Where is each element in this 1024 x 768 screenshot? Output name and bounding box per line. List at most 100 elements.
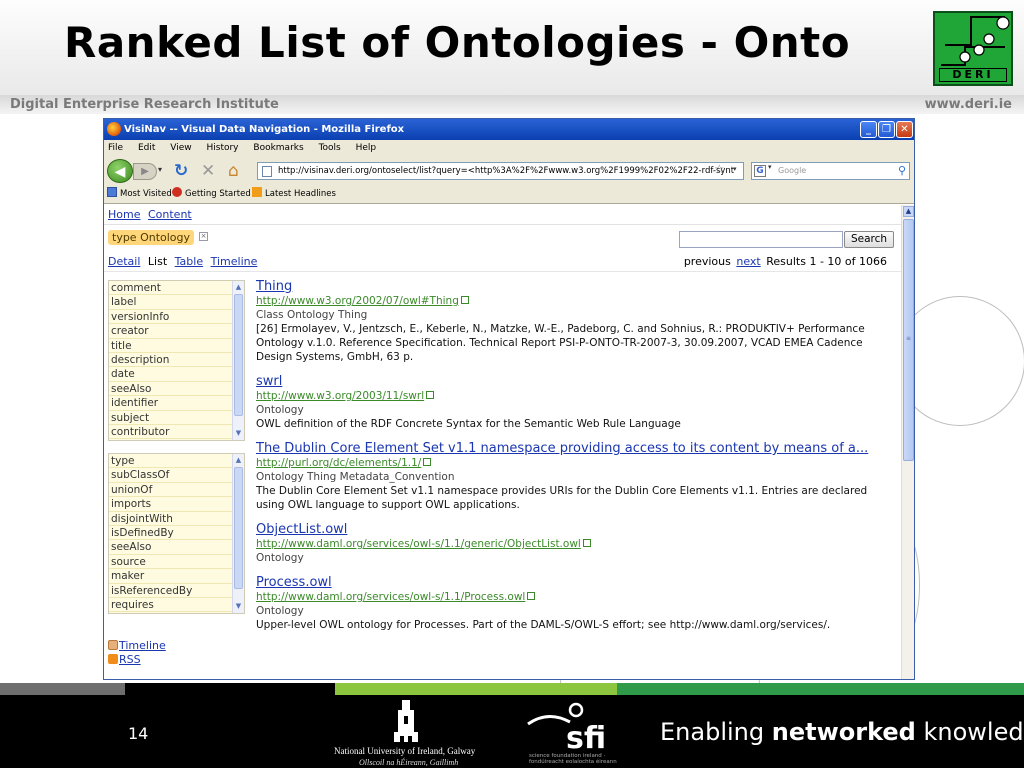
list-item[interactable]: title	[109, 339, 244, 353]
bookmark-latest-headlines[interactable]: Latest Headlines	[252, 185, 336, 204]
list-item[interactable]: date	[109, 367, 244, 382]
web-search-input[interactable]: G ▾ Google ⚲	[751, 162, 910, 180]
menu-file[interactable]: File	[108, 143, 123, 153]
facet-filter-chip[interactable]: type Ontology	[108, 230, 195, 245]
restore-button[interactable]: ❐	[878, 121, 895, 138]
menu-help[interactable]: Help	[356, 143, 377, 153]
list-item[interactable]: identifier	[109, 396, 244, 411]
home-icon[interactable]: ⌂	[228, 161, 239, 181]
result-url[interactable]: http://www.w3.org/2002/07/owl#Thing	[256, 295, 459, 307]
result-url-link[interactable]: http://purl.org/dc/elements/1.1/	[256, 456, 896, 470]
result-title-link[interactable]: Thing	[256, 279, 896, 294]
rss-feed-link[interactable]: RSS	[108, 653, 166, 667]
list-item[interactable]: subClassOf	[109, 468, 244, 483]
result-url-link[interactable]: http://www.daml.org/services/owl-s/1.1/g…	[256, 537, 896, 551]
result-title-link[interactable]: swrl	[256, 374, 896, 389]
menu-edit[interactable]: Edit	[138, 143, 155, 153]
minimize-button[interactable]: _	[860, 121, 877, 138]
list-item[interactable]: comment	[109, 281, 244, 296]
feed-link-label[interactable]: Timeline	[119, 639, 166, 652]
external-link-icon[interactable]	[460, 296, 469, 304]
list-item[interactable]: subject	[109, 411, 244, 425]
stop-icon[interactable]: ✕	[201, 161, 215, 181]
forward-arrow-icon[interactable]: ▶	[133, 163, 157, 180]
chevron-down-icon[interactable]: ▼	[233, 601, 244, 612]
page-scrollbar[interactable]: ▲ ≡	[901, 205, 914, 679]
deri-logo-graphic	[941, 16, 1010, 66]
list-scrollbar[interactable]: ▲ ▼	[232, 281, 244, 440]
property-list-object[interactable]: type subClassOf unionOf imports disjoint…	[108, 453, 245, 614]
list-item[interactable]: description	[109, 353, 244, 368]
list-item[interactable]: seeAlso	[109, 382, 244, 397]
list-item[interactable]: creator	[109, 324, 244, 339]
magnifier-icon[interactable]: ⚲	[898, 164, 906, 177]
scrollbar-thumb[interactable]	[234, 294, 243, 416]
scrollbar-thumb[interactable]	[234, 467, 243, 589]
property-list-datatype[interactable]: comment label versionInfo creator title …	[108, 280, 245, 441]
reload-icon[interactable]: ↻	[174, 161, 188, 181]
tab-table[interactable]: Table	[175, 255, 203, 268]
result-title-link[interactable]: Process.owl	[256, 575, 896, 590]
star-icon[interactable]: ☆	[714, 162, 725, 176]
list-item[interactable]: imports	[109, 497, 244, 512]
back-arrow-icon[interactable]: ◀	[107, 159, 133, 183]
result-url-link[interactable]: http://www.w3.org/2003/11/swrl	[256, 389, 896, 403]
result-url[interactable]: http://www.w3.org/2003/11/swrl	[256, 390, 424, 402]
close-button[interactable]: ✕	[896, 121, 913, 138]
menu-history[interactable]: History	[206, 143, 238, 153]
scrollbar-thumb[interactable]: ≡	[903, 219, 914, 461]
search-engine-dropdown-icon[interactable]: ▾	[768, 163, 772, 171]
result-url[interactable]: http://purl.org/dc/elements/1.1/	[256, 457, 421, 469]
results-count: Results 1 - 10 of 1066	[766, 255, 887, 268]
list-item[interactable]: unionOf	[109, 483, 244, 498]
list-item[interactable]: versionInfo	[109, 310, 244, 325]
result-title-link[interactable]: The Dublin Core Element Set v1.1 namespa…	[256, 441, 896, 456]
result-item: swrl http://www.w3.org/2003/11/swrl Onto…	[256, 374, 896, 431]
chevron-up-icon[interactable]: ▲	[233, 282, 244, 293]
search-button[interactable]: Search	[844, 231, 894, 248]
menu-view[interactable]: View	[170, 143, 191, 153]
nav-home-link[interactable]: Home	[108, 208, 140, 221]
close-icon[interactable]: ×	[199, 232, 208, 241]
tab-timeline[interactable]: Timeline	[211, 255, 258, 268]
list-item[interactable]: source	[109, 555, 244, 570]
history-dropdown-icon[interactable]: ▾	[158, 165, 162, 174]
search-input[interactable]	[679, 231, 843, 248]
timeline-feed-link[interactable]: Timeline	[108, 639, 166, 653]
menu-bookmarks[interactable]: Bookmarks	[253, 143, 303, 153]
google-icon[interactable]: G	[754, 165, 766, 177]
list-item[interactable]: disjointWith	[109, 512, 244, 526]
list-item[interactable]: contributor	[109, 425, 244, 440]
list-item[interactable]: seeAlso	[109, 540, 244, 555]
list-item[interactable]: requires	[109, 598, 244, 613]
external-link-icon[interactable]	[426, 391, 435, 399]
result-url[interactable]: http://www.daml.org/services/owl-s/1.1/P…	[256, 591, 525, 603]
list-item[interactable]: label	[109, 295, 244, 310]
pager-next-link[interactable]: next	[736, 255, 760, 268]
list-item[interactable]: isReferencedBy	[109, 584, 244, 598]
chevron-up-icon[interactable]: ▲	[903, 206, 914, 217]
nav-content-link[interactable]: Content	[148, 208, 192, 221]
external-link-icon[interactable]	[527, 592, 536, 600]
bookmark-getting-started[interactable]: Getting Started	[172, 185, 251, 204]
menu-tools[interactable]: Tools	[319, 143, 341, 153]
feed-link-label[interactable]: RSS	[119, 653, 141, 666]
external-link-icon[interactable]	[582, 539, 591, 547]
nui-irish-name: Ollscoil na hÉireann, Gaillimh	[359, 758, 459, 767]
tab-detail[interactable]: Detail	[108, 255, 140, 268]
list-scrollbar[interactable]: ▲ ▼	[232, 454, 244, 613]
url-dropdown-icon[interactable]: ▾	[733, 165, 737, 173]
result-url[interactable]: http://www.daml.org/services/owl-s/1.1/g…	[256, 538, 581, 550]
result-url-link[interactable]: http://www.w3.org/2002/07/owl#Thing	[256, 294, 896, 308]
result-title-link[interactable]: ObjectList.owl	[256, 522, 896, 537]
list-item[interactable]: type	[109, 454, 244, 469]
external-link-icon[interactable]	[423, 458, 432, 466]
list-item[interactable]: maker	[109, 569, 244, 584]
address-bar[interactable]: http://visinav.deri.org/ontoselect/list?…	[257, 162, 744, 180]
bookmark-most-visited[interactable]: Most Visited	[107, 185, 172, 204]
chevron-down-icon[interactable]: ▼	[233, 428, 244, 439]
chevron-up-icon[interactable]: ▲	[233, 455, 244, 466]
list-item[interactable]: isDefinedBy	[109, 526, 244, 541]
tab-list[interactable]: List	[148, 255, 167, 268]
result-url-link[interactable]: http://www.daml.org/services/owl-s/1.1/P…	[256, 590, 896, 604]
